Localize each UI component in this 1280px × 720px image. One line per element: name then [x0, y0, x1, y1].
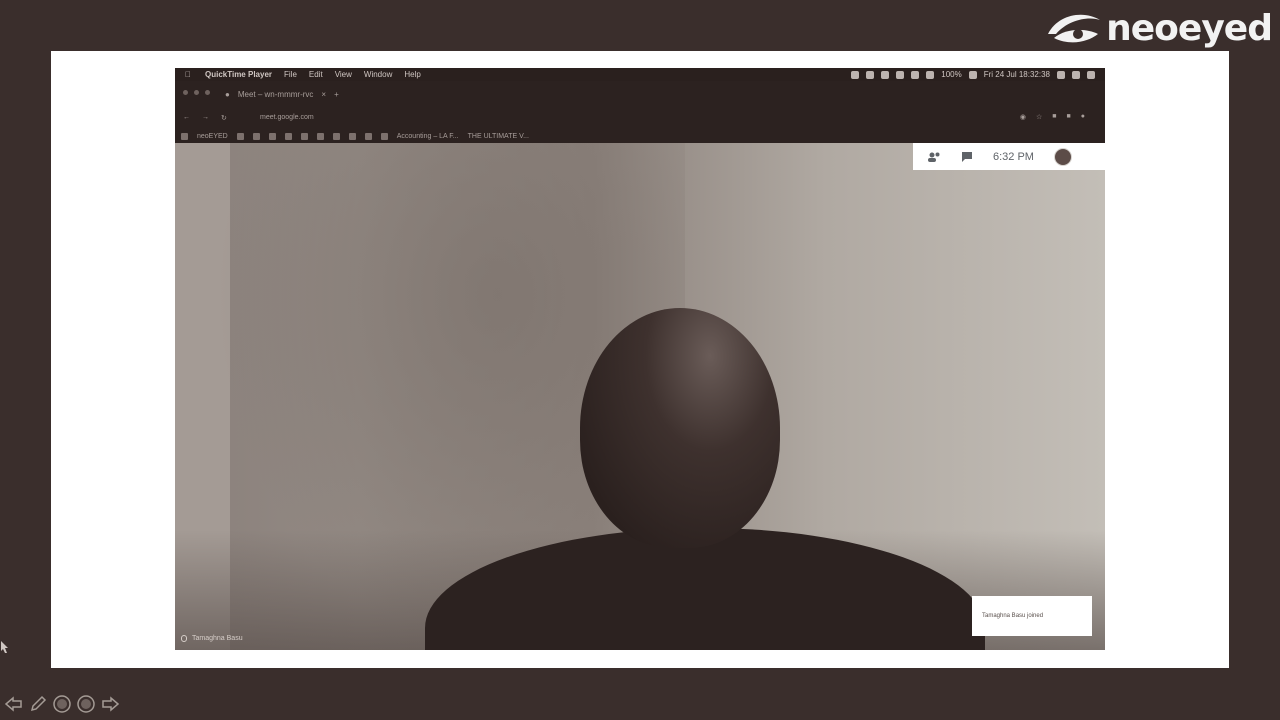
- menu-help[interactable]: Help: [404, 70, 420, 79]
- bookmark-item[interactable]: THE ULTIMATE V...: [468, 133, 529, 140]
- menubar-status-area: 100% Fri 24 Jul 18:32:38: [851, 70, 1095, 79]
- extension-icon[interactable]: ■: [1067, 113, 1071, 121]
- participant-head: [580, 308, 780, 548]
- bookmark-item[interactable]: Accounting – LA F...: [397, 133, 459, 140]
- status-icon[interactable]: [881, 70, 890, 79]
- participant-name-tag: Tamaghna Basu: [181, 635, 243, 642]
- presentation-toolbar: [4, 694, 120, 714]
- menu-window[interactable]: Window: [364, 70, 392, 79]
- camera-icon[interactable]: ◉: [1020, 113, 1026, 121]
- control-center-icon[interactable]: [1072, 70, 1080, 79]
- globe-icon: [380, 132, 388, 140]
- tab-close-icon[interactable]: ×: [321, 90, 326, 99]
- tab-favicon-icon: ●: [225, 90, 230, 99]
- bookmark-icon[interactable]: [316, 132, 324, 140]
- browser-toolbar-icons: ◉ ☆ ■ ■ ●: [1020, 113, 1085, 121]
- circle-icon[interactable]: [76, 694, 96, 714]
- menu-app-name[interactable]: QuickTime Player: [205, 70, 272, 79]
- url-field[interactable]: meet.google.com: [260, 114, 314, 121]
- toast-text: Tamaghna Basu joined: [982, 613, 1044, 619]
- new-tab-icon[interactable]: +: [334, 90, 339, 99]
- browser-tab[interactable]: ● Meet – wn-mmmr-rvc × +: [225, 90, 339, 99]
- battery-percent: 100%: [941, 70, 962, 79]
- browser-address-bar: ← → ↻ meet.google.com ◉ ☆ ■ ■ ●: [175, 109, 1105, 129]
- bookmark-item[interactable]: neoEYED: [197, 133, 228, 140]
- mic-icon: [181, 635, 187, 642]
- minimize-window-icon[interactable]: [194, 90, 199, 95]
- profile-icon[interactable]: ●: [1081, 113, 1085, 121]
- bookmark-icon[interactable]: [364, 132, 372, 140]
- menu-edit[interactable]: Edit: [309, 70, 323, 79]
- apple-icon[interactable]: : [183, 70, 193, 79]
- nav-buttons: ← → ↻: [183, 114, 227, 122]
- arrow-right-icon[interactable]: [100, 694, 120, 714]
- people-icon[interactable]: [927, 151, 941, 163]
- bookmark-icon[interactable]: [332, 132, 340, 140]
- status-icon[interactable]: [851, 70, 860, 79]
- chat-icon[interactable]: [961, 151, 973, 163]
- menubar-clock[interactable]: Fri 24 Jul 18:32:38: [984, 70, 1050, 79]
- participant-name: Tamaghna Basu: [192, 635, 243, 642]
- notification-icon[interactable]: [1087, 70, 1095, 79]
- meet-video-feed: [175, 143, 1105, 650]
- circle-icon[interactable]: [52, 694, 72, 714]
- menu-file[interactable]: File: [284, 70, 297, 79]
- browser-tab-bar: ● Meet – wn-mmmr-rvc × +: [175, 81, 1105, 109]
- arrow-left-icon[interactable]: [4, 694, 24, 714]
- pen-icon[interactable]: [28, 694, 48, 714]
- status-icon[interactable]: [866, 70, 875, 79]
- bookmark-icon[interactable]: [268, 132, 276, 140]
- screen-recording:  QuickTime Player File Edit View Window…: [175, 68, 1105, 650]
- volume-icon[interactable]: [926, 70, 935, 79]
- status-icon[interactable]: [896, 70, 905, 79]
- wifi-icon[interactable]: [911, 70, 920, 79]
- close-window-icon[interactable]: [183, 90, 188, 95]
- tab-title: Meet – wn-mmmr-rvc: [237, 90, 314, 99]
- bookmark-icon[interactable]: [252, 132, 260, 140]
- neoeyed-eye-logo-icon: [1048, 14, 1101, 43]
- forward-icon[interactable]: →: [202, 114, 209, 122]
- join-notification: Tamaghna Basu joined: [972, 596, 1092, 636]
- macos-menubar:  QuickTime Player File Edit View Window…: [175, 68, 1105, 81]
- bookmark-icon[interactable]: [348, 132, 356, 140]
- bookmarks-bar: neoEYED Accounting – LA F... THE ULTIMAT…: [175, 129, 1105, 143]
- meet-top-controls: 6:32 PM: [913, 143, 1105, 170]
- reload-icon[interactable]: ↻: [221, 114, 227, 122]
- bookmark-icon[interactable]: [300, 132, 308, 140]
- cursor-icon: [1, 641, 8, 653]
- maximize-window-icon[interactable]: [205, 90, 210, 95]
- bookmark-icon[interactable]: [236, 132, 244, 140]
- back-icon[interactable]: ←: [183, 114, 190, 122]
- neoeyed-logo: neoeyed: [1044, 6, 1273, 50]
- brand-name: neoeyed: [1106, 7, 1273, 49]
- meet-clock: 6:32 PM: [993, 150, 1034, 163]
- user-avatar[interactable]: [1053, 147, 1072, 166]
- folder-icon: [181, 132, 188, 140]
- bookmark-icon[interactable]: [284, 132, 292, 140]
- extension-icon[interactable]: ■: [1052, 113, 1056, 121]
- menu-view[interactable]: View: [335, 70, 352, 79]
- window-controls: [183, 90, 210, 95]
- star-icon[interactable]: ☆: [1036, 113, 1042, 121]
- spotlight-icon[interactable]: [1057, 70, 1065, 79]
- battery-icon[interactable]: [968, 70, 977, 79]
